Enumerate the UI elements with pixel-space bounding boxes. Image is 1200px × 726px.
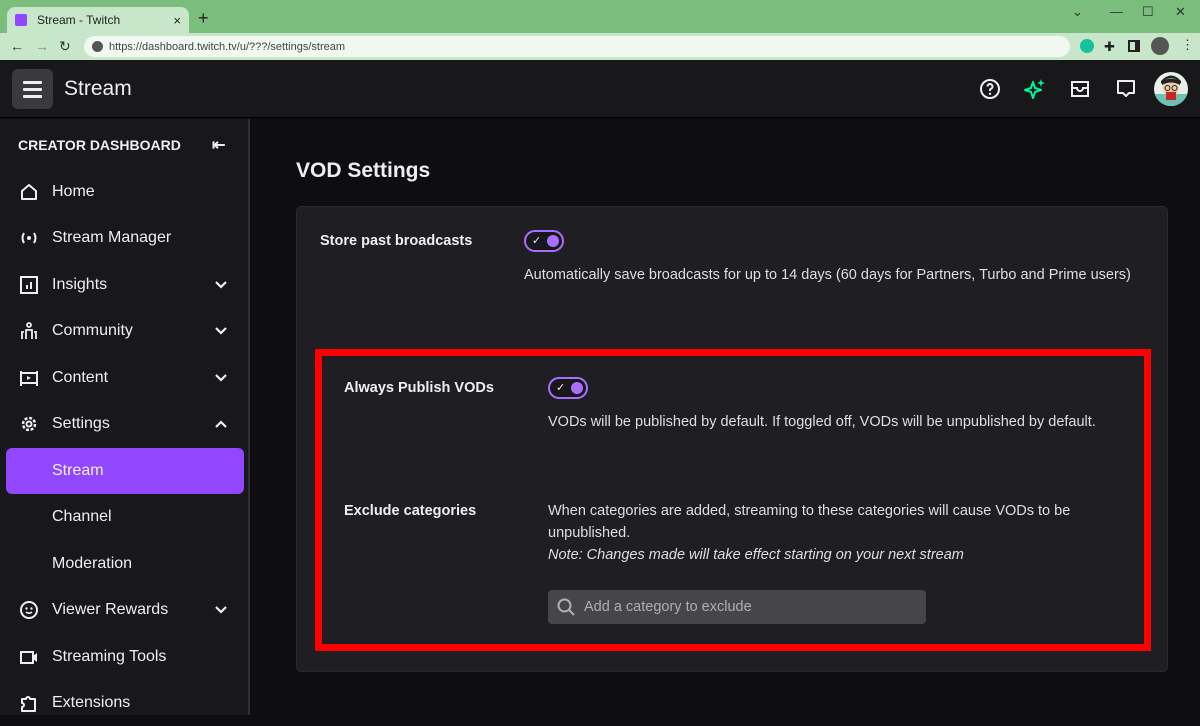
site-info-icon[interactable]	[92, 41, 103, 52]
forward-icon[interactable]: →	[35, 38, 49, 54]
browser-toolbar: ← → ↻ https://dashboard.twitch.tv/u/???/…	[0, 33, 1200, 60]
store-past-broadcasts-toggle[interactable]: ✓	[524, 230, 564, 252]
chevron-down-icon[interactable]	[214, 324, 228, 338]
sidebar-item-extensions[interactable]: Extensions	[6, 680, 244, 726]
tab-search-icon[interactable]: ⌄	[1072, 4, 1083, 20]
sidebar-item-stream[interactable]: Stream	[6, 448, 244, 494]
exclude-categories-note: Note: Changes made will take effect star…	[548, 544, 1128, 566]
sidebar-item-label: Content	[52, 369, 109, 386]
store-past-broadcasts-description: Automatically save broadcasts for up to …	[524, 267, 1131, 283]
home-icon	[19, 182, 39, 202]
always-publish-vods-label: Always Publish VODs	[344, 380, 494, 396]
inbox-icon[interactable]	[1068, 77, 1092, 101]
profile-avatar[interactable]	[1151, 37, 1169, 55]
close-tab-icon[interactable]: ×	[173, 13, 181, 28]
maximize-icon[interactable]: ☐	[1142, 4, 1154, 20]
sidebar-item-stream-manager[interactable]: Stream Manager	[6, 215, 244, 261]
section-title: VOD Settings	[296, 159, 431, 182]
exclude-categories-label: Exclude categories	[344, 503, 477, 519]
always-publish-vods-toggle[interactable]: ✓	[548, 377, 588, 399]
tab-title: Stream - Twitch	[37, 13, 121, 27]
puzzle-icon	[19, 693, 39, 713]
store-past-broadcasts-label: Store past broadcasts	[320, 233, 473, 249]
chevron-down-icon[interactable]	[214, 278, 228, 292]
check-icon: ✓	[532, 235, 542, 247]
sidebar-item-insights[interactable]: Insights	[6, 262, 244, 308]
minimize-icon[interactable]: —	[1110, 4, 1123, 19]
twitch-dashboard: Stream CREATOR DASHBOARD ⇤ Home Stream M…	[0, 60, 1200, 715]
toggle-knob	[571, 382, 583, 394]
sidebar-heading: CREATOR DASHBOARD	[18, 137, 181, 153]
grammarly-icon[interactable]	[1080, 39, 1094, 53]
close-window-icon[interactable]: ✕	[1175, 4, 1186, 20]
sidepanel-icon[interactable]	[1128, 40, 1140, 52]
broadcast-icon	[19, 228, 39, 248]
sidebar-item-moderation[interactable]: Moderation	[6, 541, 244, 587]
help-icon[interactable]	[978, 77, 1002, 101]
sidebar-item-label: Home	[52, 183, 95, 200]
sidebar-item-settings[interactable]: Settings	[6, 401, 244, 447]
exclude-category-search-input[interactable]: Add a category to exclude	[548, 590, 926, 624]
vod-settings-card: Store past broadcasts ✓ Automatically sa…	[296, 206, 1168, 672]
toggle-knob	[547, 235, 559, 247]
user-avatar[interactable]	[1154, 72, 1188, 106]
sidebar-item-label: Stream	[52, 462, 104, 479]
sidebar-item-home[interactable]: Home	[6, 169, 244, 215]
twitch-favicon-icon	[15, 14, 27, 26]
sidebar-item-label: Community	[52, 322, 133, 339]
browser-tab[interactable]: Stream - Twitch ×	[7, 7, 189, 33]
note-text: Note: Changes made will take effect star…	[548, 547, 964, 563]
reload-icon[interactable]: ↻	[59, 38, 71, 55]
camera-icon	[19, 647, 39, 667]
content-icon	[19, 368, 39, 388]
new-tab-button[interactable]: +	[198, 8, 209, 29]
sidebar-item-label: Stream Manager	[52, 229, 172, 246]
always-publish-vods-description: VODs will be published by default. If to…	[548, 414, 1096, 430]
search-icon	[557, 598, 575, 616]
address-bar[interactable]: https://dashboard.twitch.tv/u/???/settin…	[84, 36, 1070, 57]
sidebar-item-label: Channel	[52, 508, 112, 525]
url-text: https://dashboard.twitch.tv/u/???/settin…	[109, 40, 346, 53]
sidebar: CREATOR DASHBOARD ⇤ Home Stream Manager …	[0, 119, 250, 715]
check-icon: ✓	[556, 382, 566, 394]
chevron-down-icon[interactable]	[214, 603, 228, 617]
community-icon	[19, 321, 39, 341]
main-content: VOD Settings Store past broadcasts ✓ Aut…	[252, 119, 1200, 715]
extensions-icon[interactable]: ✚	[1104, 39, 1118, 54]
insights-icon	[19, 275, 39, 295]
chevron-down-icon[interactable]	[214, 371, 228, 385]
sidebar-item-label: Streaming Tools	[52, 648, 167, 665]
gear-icon	[19, 414, 39, 434]
sidebar-item-streaming-tools[interactable]: Streaming Tools	[6, 634, 244, 680]
top-nav: Stream	[0, 60, 1200, 118]
exclude-categories-description: When categories are added, streaming to …	[548, 503, 1071, 541]
sidebar-item-content[interactable]: Content	[6, 355, 244, 401]
sidebar-item-label: Settings	[52, 415, 110, 432]
sidebar-item-community[interactable]: Community	[6, 308, 244, 354]
smiley-icon	[19, 600, 39, 620]
sidebar-item-label: Moderation	[52, 555, 133, 572]
sidebar-item-label: Viewer Rewards	[52, 601, 169, 618]
page-title: Stream	[64, 77, 132, 100]
sidebar-item-label: Insights	[52, 276, 108, 293]
chevron-up-icon[interactable]	[214, 417, 228, 431]
sidebar-item-viewer-rewards[interactable]: Viewer Rewards	[6, 587, 244, 633]
back-icon[interactable]: ←	[10, 38, 24, 54]
menu-icon[interactable]: ⋮	[1181, 37, 1195, 52]
collapse-sidebar-icon[interactable]: ⇤	[212, 135, 225, 155]
sidebar-item-label: Extensions	[52, 694, 131, 711]
sidebar-item-channel[interactable]: Channel	[6, 494, 244, 540]
whispers-icon[interactable]	[1114, 77, 1138, 101]
menu-button[interactable]	[12, 69, 53, 109]
browser-chrome: Stream - Twitch × + ⌄ — ☐ ✕ ← → ↻ https:…	[0, 0, 1200, 60]
sparkle-icon[interactable]	[1023, 77, 1047, 101]
search-placeholder: Add a category to exclude	[584, 599, 752, 615]
